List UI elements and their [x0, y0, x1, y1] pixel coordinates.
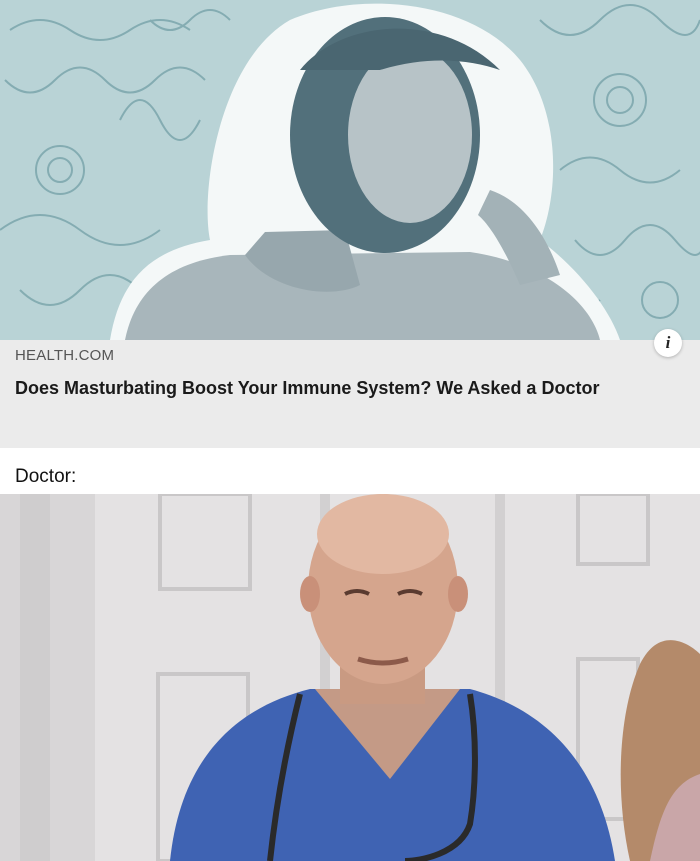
reaction-photo: [0, 494, 700, 861]
article-source: HEALTH.COM: [15, 347, 115, 364]
meme-caption: Doctor:: [15, 466, 77, 487]
hero-illustration: [0, 0, 700, 340]
caption-strip: [0, 448, 700, 494]
info-icon[interactable]: i: [654, 329, 682, 357]
article-hero-image[interactable]: [0, 0, 700, 340]
article-headline[interactable]: Does Masturbating Boost Your Immune Syst…: [15, 375, 685, 402]
reaction-illustration: [0, 494, 700, 861]
